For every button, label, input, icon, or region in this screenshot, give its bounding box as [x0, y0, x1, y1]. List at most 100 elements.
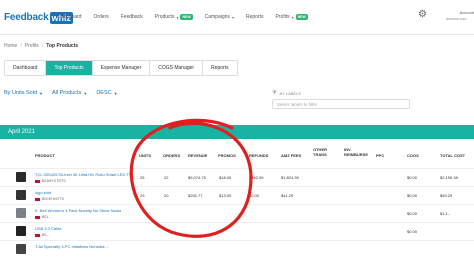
col-amz-fees[interactable]: AMZ FEES [281, 153, 301, 158]
brand-name: Feedback [4, 12, 49, 23]
product-name[interactable]: USB 2.0 Cable [35, 226, 133, 231]
sort-by-dropdown[interactable]: By Units Sold ▼ [4, 90, 43, 96]
tab-top-products[interactable]: Top Products [46, 61, 93, 75]
breadcrumb-home[interactable]: Home [4, 43, 17, 49]
product-thumbnail [16, 226, 26, 236]
nav-item-label: Reports [245, 14, 264, 20]
top-nav: Feedback whiz Dashboard Orders Feedback … [0, 0, 474, 35]
breadcrumb-separator: / [41, 43, 44, 49]
nav-item-label: Products [154, 14, 175, 20]
nav-item-feedback[interactable]: Feedback [121, 14, 143, 20]
new-badge: NEW [180, 14, 193, 20]
table-row[interactable]: T-fal Specialty 3-PC Initiatives Nonstic… [0, 240, 474, 258]
chevron-down-icon: ▼ [83, 90, 88, 96]
us-flag-icon [35, 233, 40, 237]
nav-menu: Dashboard Orders Feedback Products ▾ NEW C… [57, 14, 320, 20]
orders-value: 20 [164, 193, 169, 198]
table-row[interactable]: USB 2.0 Cable B0... $0.00 [0, 222, 474, 240]
col-refunds[interactable]: REFUNDS [249, 153, 268, 158]
product-name[interactable]: TCL 55S425 55-Inch 4K Ultra HD Roku Smar… [35, 172, 133, 177]
tab-cogs-manager[interactable]: COGS Manager [150, 61, 204, 75]
order-dropdown[interactable]: DESC ▼ [96, 90, 117, 96]
labels-filter-input[interactable]: Select labels to filter [272, 99, 410, 109]
table-row[interactable]: TCL 55S425 55-Inch 4K Ultra HD Roku Smar… [0, 168, 474, 186]
products-value: All Products [51, 90, 82, 96]
col-inv-reimburse[interactable]: INV. REIMBURSE [344, 147, 368, 157]
nav-item-dashboard[interactable]: Dashboard [57, 14, 81, 20]
sku-text: B0CEH4977S [42, 197, 64, 201]
col-promos[interactable]: PROMOS [218, 153, 236, 158]
product-name[interactable]: K. Bell Women's 4 Pack Novelty No Show S… [35, 208, 133, 213]
revenue-value: $252.77 [188, 193, 203, 198]
us-flag-icon [35, 215, 40, 219]
account-name[interactable]: Account [446, 10, 474, 15]
profits-tabs: Dashboard Top Products Expense Manager C… [4, 60, 238, 76]
product-sku: B0... [35, 233, 49, 237]
nav-item-campaigns[interactable]: Campaigns ▾ [205, 14, 234, 20]
col-other-trans[interactable]: OTHER TRANS [313, 147, 327, 157]
cogs-value: $0.00 [407, 193, 418, 198]
total-cost-value: $59.29 [440, 193, 453, 198]
tab-reports[interactable]: Reports [203, 61, 237, 75]
cogs-value: $0.00 [407, 175, 418, 180]
promos-value: $18.00 [219, 175, 232, 180]
cogs-value: $0.00 [407, 211, 418, 216]
filter-icon: ⧩ [272, 90, 277, 96]
account-marketplace: Amazon.com [446, 17, 467, 21]
total-cost-value: $1,1... [440, 211, 452, 216]
sku-text: B01MYGTGTS [42, 179, 66, 183]
nav-item-label: Orders [93, 14, 109, 20]
amz-fees-value: $1,824.39 [281, 175, 299, 180]
revenue-value: $9,074.75 [188, 175, 206, 180]
col-total-cost[interactable]: TOTAL COST [440, 153, 465, 158]
gear-icon[interactable]: ⚙ [418, 9, 427, 20]
chevron-down-icon: ▼ [39, 90, 43, 96]
nav-item-products[interactable]: Products ▾ NEW [155, 14, 193, 20]
col-orders[interactable]: ORDERS [163, 153, 180, 158]
sort-by-value: By Units Sold [4, 90, 38, 96]
product-sku: B01MYGTGTS [35, 179, 66, 183]
new-badge: NEW [295, 14, 308, 20]
chevron-down-icon: ▼ [113, 90, 118, 96]
products-dropdown[interactable]: All Products ▼ [52, 90, 87, 96]
table-header: PRODUCT UNITS ORDERS REVENUE PROMOS REFU… [0, 147, 474, 167]
sku-text: B01... [42, 215, 52, 219]
tab-expense-manager[interactable]: Expense Manager [92, 61, 151, 75]
chevron-down-icon: ▾ [291, 14, 294, 20]
product-sku: B01... [35, 215, 51, 219]
breadcrumb-current: Top Products [46, 43, 79, 49]
month-label: April 2021 [8, 129, 36, 135]
col-revenue[interactable]: REVENUE [188, 153, 207, 158]
col-units[interactable]: UNITS [139, 153, 151, 158]
nav-item-reports[interactable]: Reports [246, 14, 264, 20]
nav-item-label: Profits [275, 14, 290, 20]
orders-value: 22 [164, 175, 169, 180]
chevron-down-icon: ▾ [231, 14, 234, 20]
us-flag-icon [35, 179, 40, 183]
amz-fees-value: $41.29 [281, 193, 294, 198]
nav-item-label: Dashboard [57, 14, 82, 20]
labels-heading-text: BY LABELS [279, 90, 301, 96]
units-value: 29 [140, 193, 145, 198]
product-name[interactable]: logo shirt [35, 190, 133, 195]
promos-value: $13.00 [219, 193, 232, 198]
labels-filter-heading: ⧩ BY LABELS [272, 90, 301, 96]
sku-text: B0... [42, 233, 50, 237]
total-cost-value: $2,195.38 [440, 175, 458, 180]
units-value: 25 [140, 175, 145, 180]
col-ppc[interactable]: PPC [376, 153, 384, 158]
col-product[interactable]: PRODUCT [35, 153, 55, 158]
product-name[interactable]: T-fal Specialty 3-PC Initiatives Nonstic… [35, 244, 133, 249]
col-cogs[interactable]: COGS [407, 153, 419, 158]
product-thumbnail [16, 172, 26, 182]
refunds-value: $362.99 [249, 175, 264, 180]
product-sku: B0CEH4977S [35, 197, 64, 201]
table-row[interactable]: K. Bell Women's 4 Pack Novelty No Show S… [0, 204, 474, 222]
tab-dashboard[interactable]: Dashboard [5, 61, 47, 75]
nav-item-profits[interactable]: Profits ▾ NEW [275, 14, 308, 20]
table-row[interactable]: logo shirt B0CEH4977S 29 20 $252.77 $13.… [0, 186, 474, 204]
nav-item-orders[interactable]: Orders [93, 14, 108, 20]
cogs-value: $0.00 [407, 229, 418, 234]
nav-item-label: Campaigns [204, 14, 230, 20]
breadcrumb-profits[interactable]: Profits [25, 43, 39, 49]
